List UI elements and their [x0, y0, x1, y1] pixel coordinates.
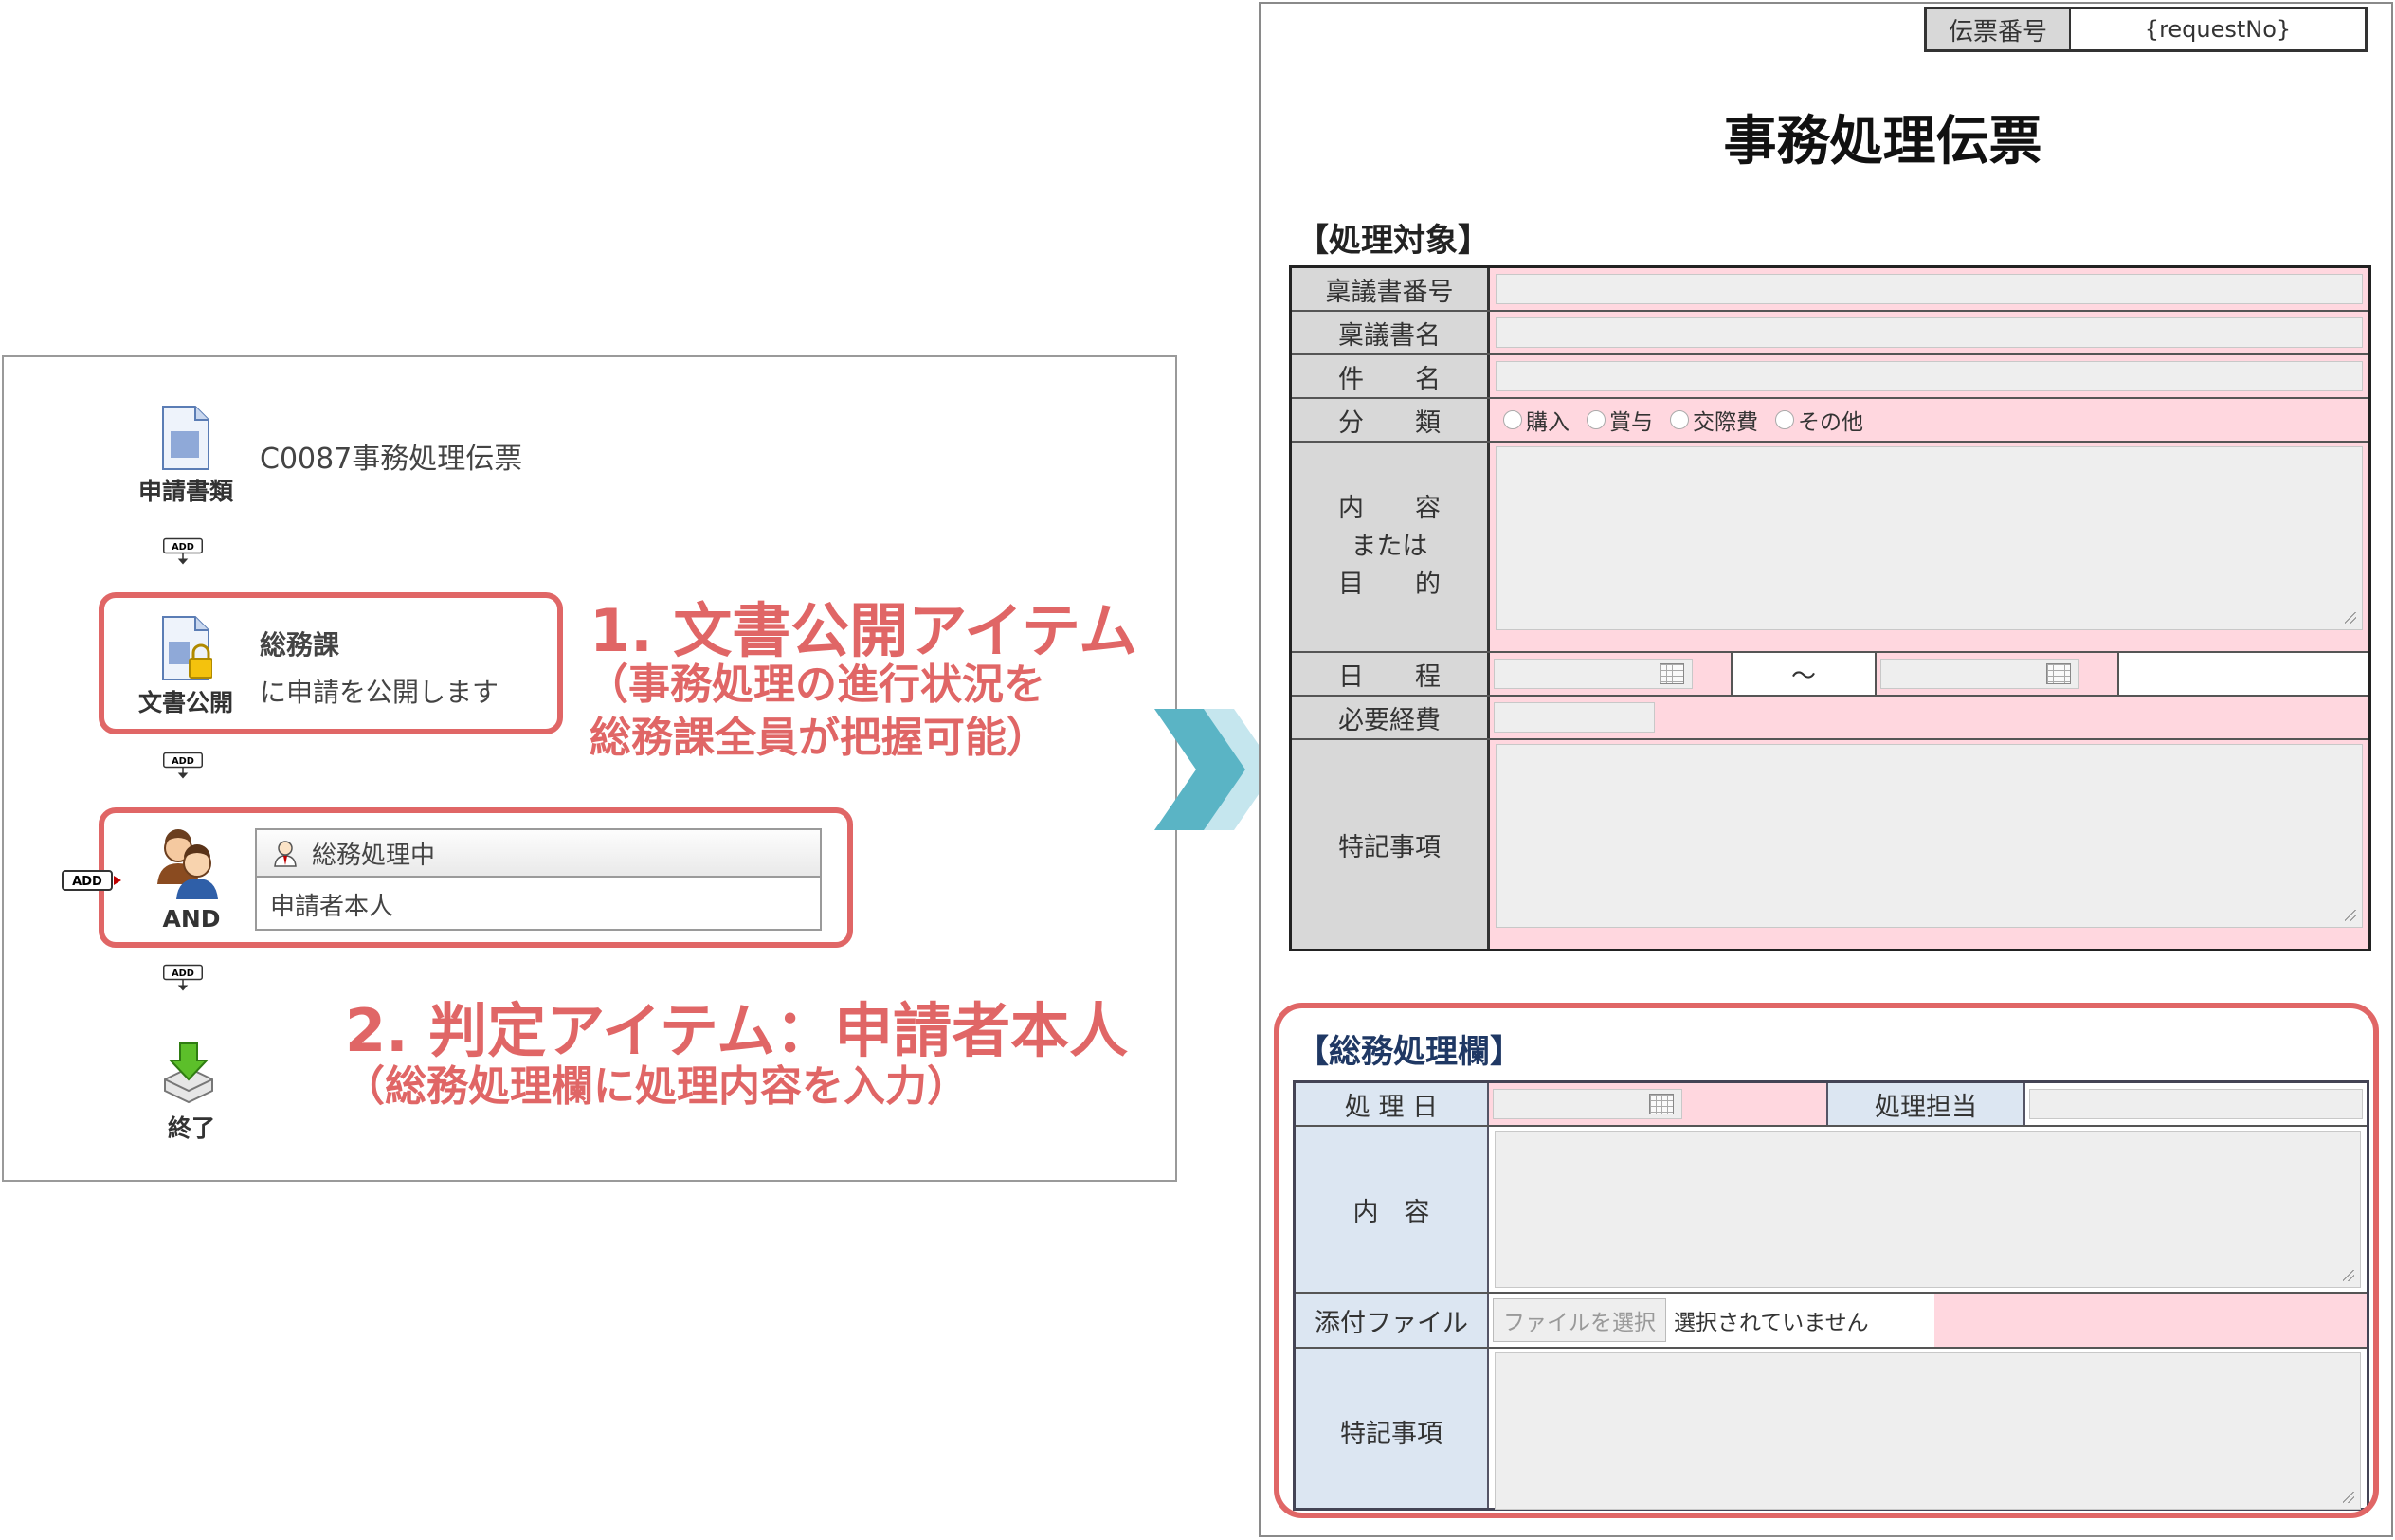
category-option-entertainment[interactable]: 交際費 — [1670, 404, 1758, 436]
end-label: 終了 — [167, 1114, 215, 1142]
slip-number-box: 伝票番号 {requestNo} — [1924, 7, 2368, 52]
row-content: 内 容 または 目 的 — [1292, 443, 2368, 653]
schedule-end-cell — [1877, 653, 2117, 695]
subject-input[interactable] — [1496, 361, 2363, 391]
svg-text:ADD: ADD — [172, 542, 194, 553]
ringi-name-input[interactable] — [1496, 317, 2363, 348]
expense-cell — [1490, 697, 2368, 738]
annotation-1-line1: （事務処理の進行状況を — [587, 661, 1045, 709]
person-icon — [274, 841, 297, 867]
add-button-3[interactable]: ADD — [155, 964, 210, 992]
schedule-separator: ～ — [1731, 653, 1877, 695]
schedule-start-cell — [1490, 653, 1731, 695]
judge-step-name: 総務処理中 — [312, 841, 436, 870]
expense-label: 必要経費 — [1338, 705, 1441, 735]
schedule-blank — [2117, 653, 2368, 695]
add-button-1[interactable]: ADD — [155, 537, 210, 566]
content-label-line1: 内 容 — [1338, 494, 1441, 523]
ringi-no-input[interactable] — [1496, 274, 2363, 304]
calendar-icon[interactable] — [2046, 663, 2071, 684]
annotation-2-line1: （総務処理欄に処理内容を入力） — [343, 1062, 969, 1111]
notes-cell — [1490, 740, 2368, 949]
schedule-end-input[interactable] — [1880, 659, 2079, 689]
end-icon[interactable] — [159, 1042, 218, 1104]
subject-label: 件 名 — [1338, 364, 1441, 394]
category-option-label: その他 — [1798, 410, 1863, 435]
svg-text:ADD: ADD — [172, 969, 194, 979]
resize-handle-icon[interactable] — [2345, 612, 2356, 624]
target-section-heading: 【処理対象】 — [1297, 222, 1490, 260]
svg-text:ADD: ADD — [172, 756, 194, 767]
svg-text:ADD: ADD — [72, 875, 102, 889]
form-name: C0087事務処理伝票 — [260, 443, 523, 476]
annotation-1-title: 1. 文書公開アイテム — [590, 596, 1138, 665]
annotation-2-title: 2. 判定アイテム：申請者本人 — [345, 996, 1129, 1065]
radio-icon — [1503, 410, 1522, 429]
notes-label: 特記事項 — [1338, 832, 1441, 862]
row-notes: 特記事項 — [1292, 740, 2368, 949]
row-ringi-no: 稟議書番号 — [1292, 268, 2368, 312]
schedule-start-input[interactable] — [1494, 659, 1693, 689]
form-panel: 伝票番号 {requestNo} 事務処理伝票 【処理対象】 稟議書番号 稟議書… — [1259, 2, 2393, 1537]
expense-input[interactable] — [1494, 702, 1655, 733]
add-side-button[interactable]: ADD — [61, 867, 123, 896]
row-subject: 件 名 — [1292, 355, 2368, 399]
notes-textarea[interactable] — [1496, 744, 2363, 928]
document-icon — [162, 406, 209, 470]
category-option-label: 賞与 — [1609, 410, 1653, 435]
ringi-name-label: 稟議書名 — [1338, 320, 1441, 351]
target-table: 稟議書番号 稟議書名 件 名 分 類 購入 賞与 交際費 その他 内 容 または… — [1289, 265, 2371, 951]
judge-step-assignee: 申請者本人 — [270, 892, 394, 921]
publish-department: 総務課 — [260, 629, 340, 661]
document-lock-icon[interactable] — [159, 615, 212, 681]
row-expense: 必要経費 — [1292, 697, 2368, 740]
content-label-line2: または — [1351, 532, 1428, 561]
row-ringi-name: 稟議書名 — [1292, 312, 2368, 355]
form-title: 事務処理伝票 — [1723, 111, 2042, 172]
row-category: 分 類 購入 賞与 交際費 その他 — [1292, 399, 2368, 443]
ringi-no-label: 稟議書番号 — [1325, 277, 1454, 307]
judge-step-table[interactable]: 総務処理中 申請者本人 — [255, 828, 822, 931]
content-label: 内 容 または 目 的 — [1292, 443, 1487, 651]
radio-icon — [1670, 410, 1689, 429]
publish-item-label: 文書公開 — [137, 689, 233, 716]
category-option-purchase[interactable]: 購入 — [1503, 404, 1569, 436]
subject-cell — [1490, 355, 2368, 397]
publish-description: に申請を公開します — [260, 677, 499, 708]
annotation-1-line2: 総務課全員が把握可能） — [590, 714, 1048, 762]
resize-handle-icon[interactable] — [2345, 910, 2356, 921]
workflow-panel: 申請書類 C0087事務処理伝票 ADD 文書公開 総務課 に申請を公開します … — [2, 355, 1177, 1182]
radio-icon — [1775, 410, 1794, 429]
content-cell — [1490, 443, 2368, 651]
slip-number-value: {requestNo} — [2144, 16, 2292, 43]
row-schedule: 日 程 ～ — [1292, 653, 2368, 697]
content-label-line3: 目 的 — [1338, 570, 1441, 599]
category-option-label: 交際費 — [1693, 410, 1758, 435]
users-group-icon[interactable] — [152, 829, 224, 901]
application-form-node[interactable] — [159, 405, 212, 475]
slip-number-label: 伝票番号 — [1927, 9, 2071, 49]
calendar-icon[interactable] — [1660, 663, 1684, 684]
schedule-label: 日 程 — [1338, 661, 1441, 692]
category-option-other[interactable]: その他 — [1775, 404, 1863, 436]
category-radio-group: 購入 賞与 交際費 その他 — [1490, 399, 2368, 441]
ringi-no-cell — [1490, 268, 2368, 310]
category-label: 分 類 — [1338, 408, 1441, 438]
category-option-bonus[interactable]: 賞与 — [1587, 404, 1653, 436]
radio-icon — [1587, 410, 1606, 429]
ringi-name-cell — [1490, 312, 2368, 353]
general-section-highlight — [1274, 1003, 2379, 1518]
application-form-label: 申請書類 — [137, 478, 233, 505]
content-textarea[interactable] — [1496, 446, 2363, 630]
judge-item-label: AND — [162, 905, 221, 933]
category-option-label: 購入 — [1526, 410, 1569, 435]
add-button-2[interactable]: ADD — [155, 752, 210, 780]
judge-step-header: 総務処理中 — [257, 830, 820, 878]
